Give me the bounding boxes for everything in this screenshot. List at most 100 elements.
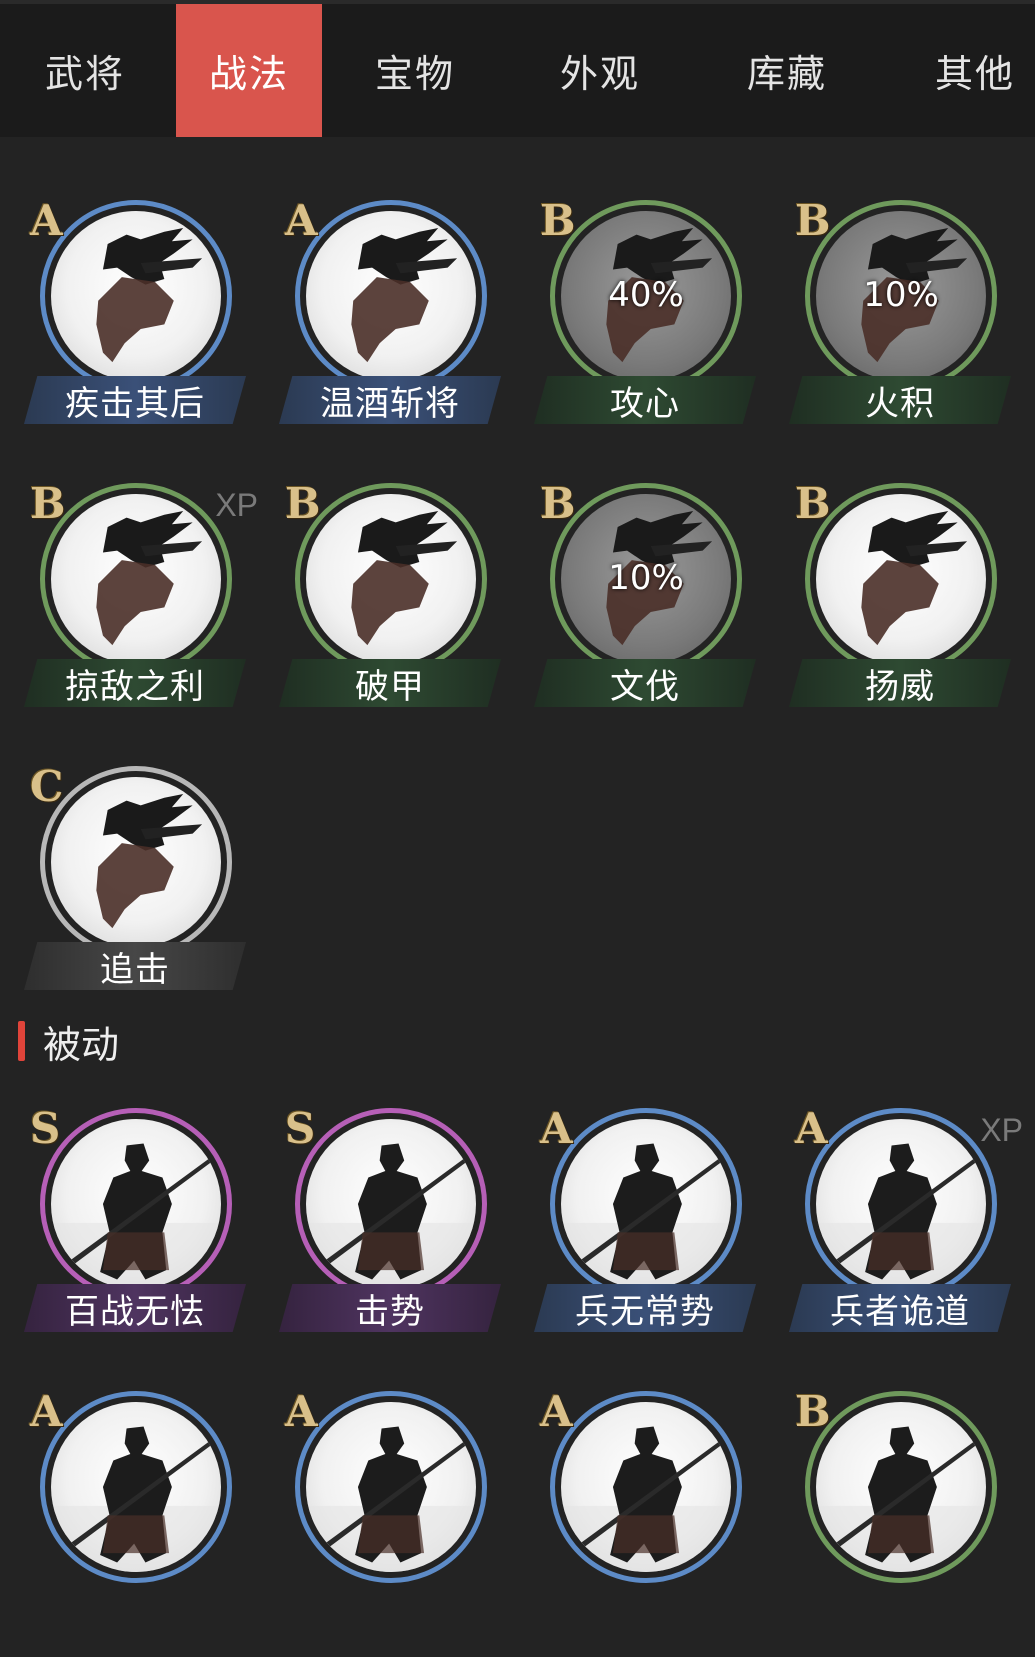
skill-name: 追击 (24, 942, 246, 990)
skill-grade: A (540, 1104, 573, 1153)
skill-name: 疾击其后 (24, 376, 246, 424)
tab-storage[interactable]: 库藏 (702, 4, 872, 137)
tab-appearance[interactable]: 外观 (515, 4, 685, 137)
skill-icon-ring: 10% (550, 483, 742, 675)
skill-card[interactable]: S 百战无怯 (18, 1104, 268, 1374)
skill-card[interactable]: A XP 兵者诡道 (783, 1104, 1033, 1374)
skill-icon-ring (805, 1391, 997, 1583)
skill-progress: 40% (608, 275, 684, 315)
skill-icon-ring (40, 766, 232, 958)
rider-silhouette-icon (96, 228, 203, 363)
skill-card[interactable]: A (528, 1387, 778, 1657)
warrior-silhouette-icon (51, 1426, 221, 1572)
xp-badge: XP (980, 1112, 1023, 1148)
skill-grade: C (30, 762, 64, 811)
warrior-silhouette-icon (306, 1143, 476, 1289)
rider-silhouette-icon (96, 511, 203, 646)
skill-icon-ring (40, 1108, 232, 1300)
skill-icon-ring (550, 1108, 742, 1300)
rider-silhouette-icon (351, 228, 458, 363)
skill-icon-ring (40, 200, 232, 392)
skill-grade: A (285, 196, 318, 245)
skill-portrait (51, 1402, 221, 1572)
skill-portrait (51, 494, 221, 664)
skill-card[interactable]: 10% B 火积 (783, 196, 1033, 466)
skill-grade: B (795, 479, 831, 528)
skill-card[interactable]: C 追击 (18, 762, 268, 1032)
skill-card[interactable]: B 扬威 (783, 479, 1033, 749)
tab-treasures[interactable]: 宝物 (330, 4, 500, 137)
skill-icon-ring (550, 1391, 742, 1583)
tab-generals[interactable]: 武将 (0, 4, 170, 137)
warrior-silhouette-icon (561, 1426, 731, 1572)
skill-card[interactable]: B XP 掠敌之利 (18, 479, 268, 749)
tab-bar: 武将 战法 宝物 外观 库藏 其他 (0, 0, 1035, 137)
skill-icon-ring (805, 1108, 997, 1300)
skill-portrait (51, 777, 221, 947)
skill-icon-ring (805, 483, 997, 675)
skill-grade: B (30, 479, 66, 528)
skill-card[interactable]: A (18, 1387, 268, 1657)
skill-card[interactable]: 40% B 攻心 (528, 196, 778, 466)
skill-portrait (306, 211, 476, 381)
skill-portrait (306, 1119, 476, 1289)
skill-grade: A (30, 196, 63, 245)
skill-portrait (816, 1119, 986, 1289)
skill-icon-ring (40, 483, 232, 675)
skill-name: 攻心 (534, 376, 756, 424)
skill-name: 掠敌之利 (24, 659, 246, 707)
skill-name: 火积 (789, 376, 1011, 424)
skill-icon-ring (295, 1391, 487, 1583)
skill-portrait (306, 494, 476, 664)
skill-portrait (561, 1402, 731, 1572)
skill-grade: A (795, 1104, 828, 1153)
skill-name: 温酒斩将 (279, 376, 501, 424)
skill-progress: 10% (608, 558, 684, 598)
skill-grade: S (285, 1104, 316, 1153)
skill-card[interactable]: S 击势 (273, 1104, 523, 1374)
skill-progress: 10% (863, 275, 939, 315)
skill-portrait (561, 1119, 731, 1289)
skill-portrait (306, 1402, 476, 1572)
skill-icon-ring (40, 1391, 232, 1583)
skill-name: 击势 (279, 1284, 501, 1332)
xp-badge: XP (215, 487, 258, 523)
warrior-silhouette-icon (816, 1143, 986, 1289)
skill-grade: B (540, 479, 576, 528)
skill-grade: A (30, 1387, 63, 1436)
skill-portrait (51, 211, 221, 381)
warrior-silhouette-icon (51, 1143, 221, 1289)
skill-name: 文伐 (534, 659, 756, 707)
skill-card[interactable]: A 疾击其后 (18, 196, 268, 466)
skill-card[interactable]: A (273, 1387, 523, 1657)
skill-grade: B (795, 196, 831, 245)
skill-icon-ring (295, 1108, 487, 1300)
skill-icon-ring (295, 483, 487, 675)
rider-silhouette-icon (351, 511, 458, 646)
skill-card[interactable]: B (783, 1387, 1033, 1657)
rider-silhouette-icon (96, 794, 203, 929)
rider-silhouette-icon (861, 511, 968, 646)
skill-grade: B (285, 479, 321, 528)
warrior-silhouette-icon (816, 1426, 986, 1572)
skill-card[interactable]: A 兵无常势 (528, 1104, 778, 1374)
skill-icon-ring: 10% (805, 200, 997, 392)
skill-name: 兵者诡道 (789, 1284, 1011, 1332)
skill-icon-ring (295, 200, 487, 392)
skill-name: 扬威 (789, 659, 1011, 707)
skill-grade: B (795, 1387, 831, 1436)
tab-tactics[interactable]: 战法 (176, 4, 322, 137)
skill-portrait (816, 494, 986, 664)
warrior-silhouette-icon (561, 1143, 731, 1289)
skill-card[interactable]: B 破甲 (273, 479, 523, 749)
skill-card[interactable]: A 温酒斩将 (273, 196, 523, 466)
skill-icon-ring: 40% (550, 200, 742, 392)
skill-card[interactable]: 10% B 文伐 (528, 479, 778, 749)
skill-name: 百战无怯 (24, 1284, 246, 1332)
tab-other[interactable]: 其他 (890, 4, 1035, 137)
skill-name: 兵无常势 (534, 1284, 756, 1332)
skill-grade: A (285, 1387, 318, 1436)
warrior-silhouette-icon (306, 1426, 476, 1572)
skill-grade: B (540, 196, 576, 245)
skill-name: 破甲 (279, 659, 501, 707)
